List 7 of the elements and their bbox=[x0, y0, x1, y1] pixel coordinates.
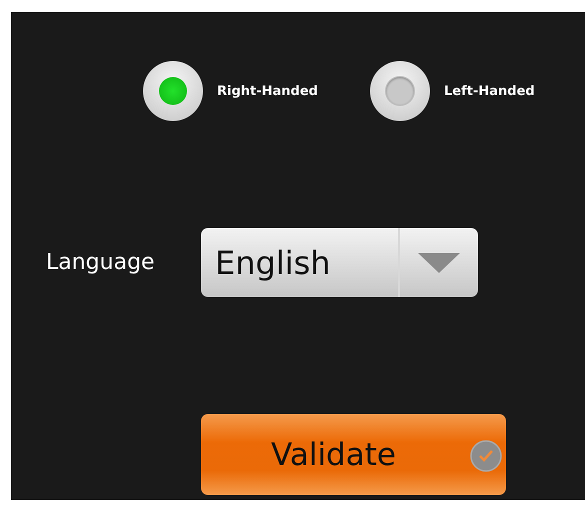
radio-label: Left-Handed bbox=[444, 84, 535, 98]
validate-button[interactable]: Validate bbox=[201, 414, 506, 495]
language-label: Language bbox=[46, 250, 156, 275]
language-dropdown[interactable]: English bbox=[201, 228, 478, 297]
caret-icon bbox=[418, 252, 460, 272]
check-icon bbox=[470, 440, 502, 472]
radio-label: Right-Handed bbox=[217, 84, 318, 98]
